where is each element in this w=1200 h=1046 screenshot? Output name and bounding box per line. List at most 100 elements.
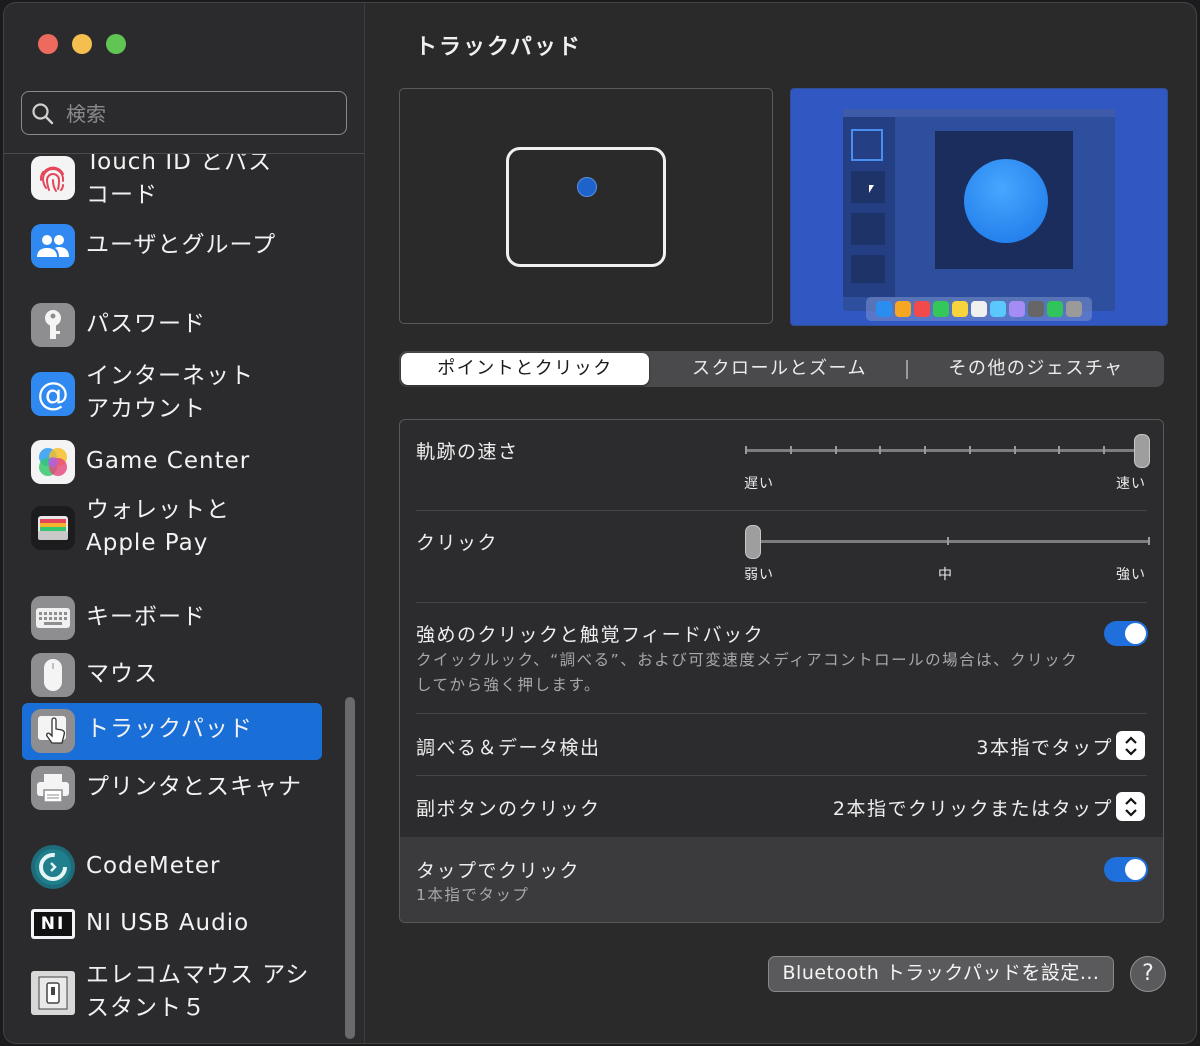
sidebar-item-label: マウス <box>86 661 158 687</box>
sidebar-item-label: ユーザとグループ <box>86 232 277 258</box>
at-icon: @ <box>31 372 75 416</box>
sidebar-item-trackpad[interactable]: トラックパッド <box>22 703 322 760</box>
secondary-click-stepper[interactable] <box>1116 792 1145 821</box>
slider-tick <box>924 446 927 454</box>
tracking-speed-label: 軌跡の速さ <box>416 441 519 463</box>
slider-knob[interactable] <box>745 525 761 559</box>
slider-tick <box>745 446 747 454</box>
lookup-stepper[interactable] <box>1116 731 1145 760</box>
slider-tick <box>834 446 837 454</box>
close-button[interactable] <box>38 34 58 54</box>
sidebar-item-wallet[interactable]: ウォレットと Apple Pay <box>22 492 322 564</box>
elecom-icon <box>31 971 75 1015</box>
settings-panel: 軌跡の速さ 遅い 速い クリック 弱い 中 強い 強めのクリックと触覚フィードバ… <box>399 419 1164 923</box>
dock <box>866 297 1092 321</box>
ni-icon: NI <box>31 909 75 939</box>
help-button[interactable]: ? <box>1130 956 1166 992</box>
force-click-label: 強めのクリックと触覚フィードバック <box>416 624 765 646</box>
keyboard-icon <box>31 596 75 640</box>
search-field[interactable] <box>21 91 347 135</box>
slider-tick <box>968 446 971 454</box>
slider-tick <box>1148 537 1150 545</box>
force-click-toggle[interactable] <box>1104 621 1148 646</box>
divider <box>416 713 1147 714</box>
game-center-icon <box>31 440 75 484</box>
fingerprint-icon <box>31 156 75 200</box>
sidebar-scrollbar[interactable] <box>345 697 355 1039</box>
sidebar-item-label: プリンタとスキャナ <box>86 774 302 800</box>
minimize-button[interactable] <box>72 34 92 54</box>
sidebar-item-label: NI USB Audio <box>86 910 250 936</box>
slider-tick <box>1103 446 1106 454</box>
tracking-speed-slider[interactable] <box>745 434 1150 494</box>
secondary-click-label: 副ボタンのクリック <box>416 798 601 820</box>
setup-bluetooth-trackpad-button[interactable]: Bluetooth トラックパッドを設定... <box>768 956 1114 992</box>
cursor-icon <box>869 185 874 193</box>
sidebar: Touch ID とパス コード ユーザとグループ パスワード @ <box>4 3 365 1043</box>
zoom-button[interactable] <box>106 34 126 54</box>
search-icon <box>32 103 54 125</box>
click-min-label: 弱い <box>744 567 774 583</box>
dock-app-icon <box>895 301 911 317</box>
chevron-updown-icon <box>1124 735 1137 756</box>
key-icon <box>31 303 75 347</box>
sidebar-item-label: Game Center <box>86 448 251 474</box>
dock-app-icon <box>952 301 968 317</box>
tap-to-click-description: 1本指でタップ <box>416 886 530 904</box>
dock-app-icon <box>971 301 987 317</box>
tracking-speed-max-label: 速い <box>1116 476 1146 492</box>
click-label: クリック <box>416 532 499 554</box>
trackpad-icon <box>31 709 75 753</box>
screen-preview <box>790 88 1168 326</box>
sidebar-item-codemeter[interactable]: CodeMeter <box>22 841 322 893</box>
sidebar-item-mouse[interactable]: マウス <box>22 649 322 701</box>
sidebar-item-label: キーボード <box>86 604 206 630</box>
lookup-label: 調べる＆データ検出 <box>416 737 601 759</box>
tab-bar: ポイントとクリック スクロールとズーム その他のジェスチャ <box>399 351 1164 387</box>
search-input[interactable] <box>64 100 338 128</box>
tap-to-click-toggle[interactable] <box>1104 857 1148 882</box>
tracking-speed-min-label: 遅い <box>744 476 774 492</box>
sidebar-item-label: Touch ID とパス コード <box>86 154 273 208</box>
slider-tick <box>1013 446 1016 454</box>
sidebar-item-ni-usb-audio[interactable]: NI NI USB Audio <box>22 898 322 950</box>
sidebar-list: Touch ID とパス コード ユーザとグループ パスワード @ インターネッ… <box>4 154 364 1043</box>
sidebar-item-passwords[interactable]: パスワード <box>22 299 322 351</box>
dock-app-icon <box>990 301 1006 317</box>
sidebar-item-keyboard[interactable]: キーボード <box>22 592 322 644</box>
tab-divider <box>906 360 908 379</box>
slider-tick <box>1058 446 1061 454</box>
sidebar-item-internet-accounts[interactable]: @ インターネット アカウント <box>22 358 322 430</box>
tab-more-gestures[interactable]: その他のジェスチャ <box>911 353 1161 385</box>
sidebar-item-label: エレコムマウス アシ スタント５ <box>86 962 310 1021</box>
slider-tick <box>946 537 949 545</box>
sidebar-item-printers[interactable]: プリンタとスキャナ <box>22 762 322 814</box>
preview-circle <box>964 159 1048 243</box>
secondary-click-popup-value[interactable]: 2本指でクリックまたはタップ <box>833 794 1113 821</box>
tab-scroll-and-zoom[interactable]: スクロールとズーム <box>657 353 902 385</box>
divider <box>416 775 1147 776</box>
lookup-popup-value[interactable]: 3本指でタップ <box>976 733 1113 760</box>
slider-tick <box>879 446 882 454</box>
sidebar-item-touch-id[interactable]: Touch ID とパス コード <box>22 154 322 212</box>
dock-app-icon <box>1066 301 1082 317</box>
sidebar-item-label: CodeMeter <box>86 853 221 879</box>
tab-point-and-click[interactable]: ポイントとクリック <box>401 353 649 385</box>
chevron-updown-icon <box>1124 796 1137 817</box>
settings-window: Touch ID とパス コード ユーザとグループ パスワード @ <box>4 3 1196 1043</box>
slider-tick <box>789 446 792 454</box>
preview-sidebar-box <box>851 129 883 161</box>
sidebar-item-elecom[interactable]: エレコムマウス アシ スタント５ <box>22 957 322 1029</box>
slider-knob[interactable] <box>1134 434 1150 468</box>
trackpad-illustration <box>506 147 666 267</box>
wallet-icon <box>31 506 75 550</box>
sidebar-item-label: トラックパッド <box>86 716 253 742</box>
divider <box>416 510 1147 511</box>
dock-app-icon <box>1028 301 1044 317</box>
sidebar-item-game-center[interactable]: Game Center <box>22 436 322 488</box>
dock-app-icon <box>933 301 949 317</box>
dock-app-icon <box>1047 301 1063 317</box>
sidebar-item-users[interactable]: ユーザとグループ <box>22 220 322 272</box>
dock-app-icon <box>876 301 892 317</box>
finger-dot <box>577 177 597 197</box>
